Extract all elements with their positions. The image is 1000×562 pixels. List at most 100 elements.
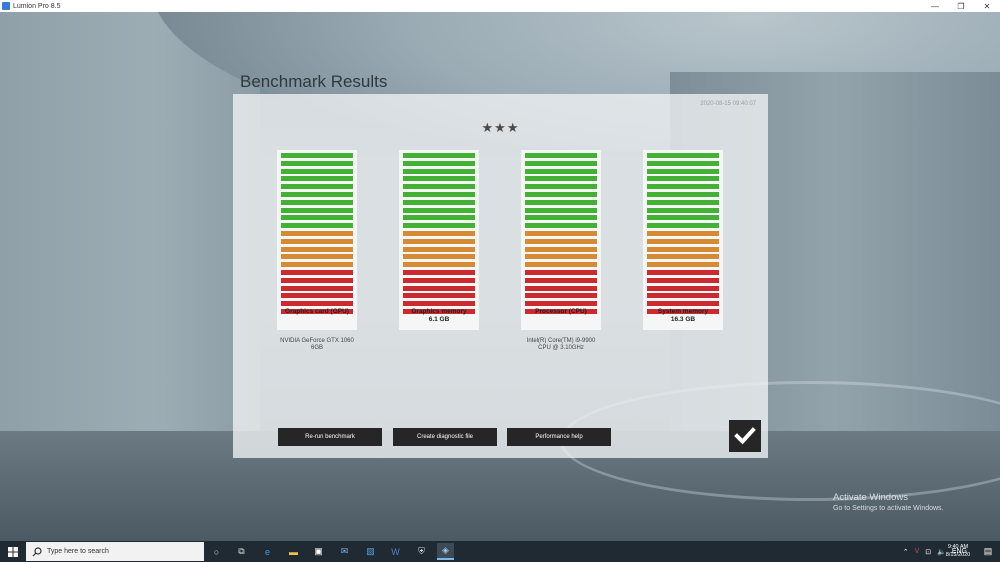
meter-segment bbox=[647, 176, 719, 182]
page-title: Benchmark Results bbox=[240, 72, 388, 91]
lumion-taskbar-icon[interactable]: ◈ bbox=[437, 543, 454, 560]
task-view-icon[interactable]: ⧉ bbox=[233, 543, 250, 560]
maximize-button[interactable]: ❐ bbox=[948, 0, 974, 12]
close-button[interactable]: ✕ bbox=[974, 0, 1000, 12]
meter-segment bbox=[647, 262, 719, 268]
create-diagnostic-file-button[interactable]: Create diagnostic file bbox=[393, 428, 497, 446]
cpu-info-line2: CPU @ 3.10GHz bbox=[538, 345, 584, 351]
cpu-info: Intel(R) Core(TM) i9-9900 CPU @ 3.10GHz bbox=[511, 338, 611, 352]
meter-segment bbox=[525, 254, 597, 260]
meter-segment bbox=[281, 254, 353, 260]
meter-segment bbox=[647, 269, 719, 275]
meter-segment bbox=[647, 277, 719, 283]
search-placeholder: Type here to search bbox=[47, 548, 109, 555]
file-explorer-icon[interactable]: ▬ bbox=[285, 543, 302, 560]
meter-segment bbox=[403, 238, 475, 244]
meter-segment bbox=[403, 176, 475, 182]
word-icon[interactable]: W bbox=[387, 543, 404, 560]
meter-segment bbox=[647, 223, 719, 229]
meter-segment bbox=[281, 176, 353, 182]
meter-label-value: 16.3 GB bbox=[670, 316, 696, 323]
network-icon[interactable]: ⊡ bbox=[925, 548, 931, 556]
meter-segment bbox=[281, 285, 353, 291]
meter-segment bbox=[525, 269, 597, 275]
meter-segment bbox=[647, 215, 719, 221]
chevron-up-icon[interactable]: ⌃ bbox=[903, 548, 909, 556]
activate-windows-watermark: Activate Windows Go to Settings to activ… bbox=[833, 492, 944, 512]
clock-time: 9:40 AM bbox=[947, 544, 969, 550]
meter-segment bbox=[647, 254, 719, 260]
clock-date: 8/15/2020 bbox=[945, 552, 971, 558]
meter-segment bbox=[525, 293, 597, 299]
meter-cpu: Processor (CPU) bbox=[521, 150, 601, 330]
antivirus-icon[interactable]: V bbox=[915, 548, 920, 555]
meter-segment bbox=[525, 238, 597, 244]
rerun-benchmark-button[interactable]: Re-run benchmark bbox=[278, 428, 382, 446]
meter-segment bbox=[647, 238, 719, 244]
meter-segment bbox=[525, 191, 597, 197]
taskbar-search-box[interactable]: Type here to search bbox=[26, 542, 204, 561]
photos-icon[interactable]: ▨ bbox=[362, 543, 379, 560]
benchmark-timestamp: 2020-08-15 09:40:07 bbox=[700, 101, 756, 107]
meter-segment bbox=[281, 168, 353, 174]
meter-segment bbox=[525, 215, 597, 221]
meter-label-title: System memory bbox=[657, 308, 709, 315]
meter-segment bbox=[647, 285, 719, 291]
window-title: Lumion Pro 8.5 bbox=[13, 2, 61, 10]
meter-segment bbox=[525, 262, 597, 268]
gpu-info: NVIDIA GeForce GTX 1060 6GB bbox=[267, 338, 367, 352]
meter-label: System memory 16.3 GB bbox=[643, 308, 723, 324]
meter-segment bbox=[647, 191, 719, 197]
edge-browser-icon[interactable]: e bbox=[259, 543, 276, 560]
meter-segment bbox=[647, 160, 719, 166]
meter-graphics-memory: Graphics memory 6.1 GB bbox=[399, 150, 479, 330]
start-button[interactable] bbox=[0, 541, 26, 562]
meter-segment bbox=[525, 301, 597, 307]
meter-segment bbox=[403, 262, 475, 268]
meter-bars bbox=[281, 153, 353, 317]
meter-segment bbox=[281, 199, 353, 205]
performance-help-button[interactable]: Performance help bbox=[507, 428, 611, 446]
cpu-info-line1: Intel(R) Core(TM) i9-9900 bbox=[526, 338, 596, 344]
meter-segment bbox=[403, 160, 475, 166]
meter-segment bbox=[403, 199, 475, 205]
meter-segment bbox=[647, 246, 719, 252]
meter-segment bbox=[647, 184, 719, 190]
meter-segment bbox=[525, 153, 597, 158]
meter-segment bbox=[403, 246, 475, 252]
confirm-button[interactable] bbox=[729, 420, 761, 452]
meter-segment bbox=[281, 301, 353, 307]
meter-label-title: Graphics card (GPU) bbox=[285, 308, 349, 315]
meter-segment bbox=[403, 277, 475, 283]
minimize-button[interactable]: — bbox=[922, 0, 948, 12]
meter-segment bbox=[647, 293, 719, 299]
store-icon[interactable]: ▣ bbox=[310, 543, 327, 560]
mail-icon[interactable]: ✉ bbox=[336, 543, 353, 560]
meter-segment bbox=[525, 285, 597, 291]
meter-label: Processor (CPU) bbox=[521, 308, 601, 316]
meter-segment bbox=[403, 168, 475, 174]
taskbar-clock[interactable]: 9:40 AM 8/15/2020 bbox=[938, 543, 978, 559]
meter-label: Graphics card (GPU) bbox=[277, 308, 357, 316]
meter-segment bbox=[281, 238, 353, 244]
meter-segment bbox=[403, 269, 475, 275]
gpu-info-line2: 6GB bbox=[310, 345, 323, 351]
meter-segment bbox=[281, 262, 353, 268]
meter-segment bbox=[281, 269, 353, 275]
meter-segment bbox=[525, 223, 597, 229]
cortana-icon[interactable]: ○ bbox=[208, 543, 225, 560]
meter-segment bbox=[647, 199, 719, 205]
meter-bars bbox=[525, 153, 597, 317]
meter-segment bbox=[403, 215, 475, 221]
meter-label: Graphics memory 6.1 GB bbox=[399, 308, 479, 324]
meter-segment bbox=[525, 230, 597, 236]
meter-bars bbox=[403, 153, 475, 317]
meter-segment bbox=[281, 184, 353, 190]
notification-icon[interactable]: ▤ bbox=[982, 545, 994, 557]
search-icon bbox=[32, 546, 42, 556]
security-icon[interactable]: ⛨ bbox=[413, 543, 430, 560]
meter-segment bbox=[647, 207, 719, 213]
activate-title: Activate Windows bbox=[833, 492, 908, 503]
meter-bars bbox=[647, 153, 719, 317]
benchmark-panel: 2020-08-15 09:40:07 ★★★ Graphics card (G… bbox=[233, 94, 768, 458]
